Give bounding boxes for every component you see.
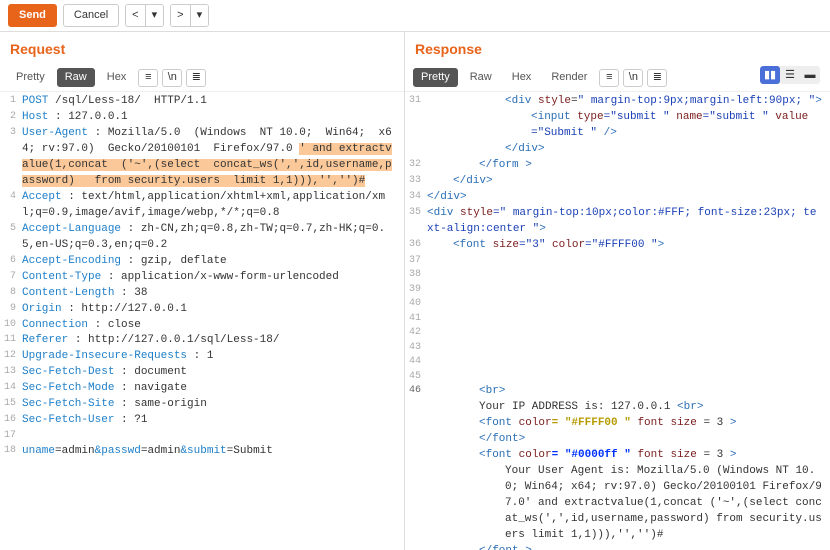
view-rows-icon[interactable]: ☰: [780, 66, 800, 84]
top-toolbar: Send Cancel < ▾ > ▾: [0, 0, 830, 32]
tab-pretty[interactable]: Pretty: [8, 68, 53, 87]
request-tabs: Pretty Raw Hex ≡ \n ≣: [0, 66, 404, 92]
back-menu-button[interactable]: ▾: [146, 5, 164, 26]
tab-pretty-r[interactable]: Pretty: [413, 68, 458, 87]
wrap-icon[interactable]: ≣: [186, 69, 206, 87]
actions-icon[interactable]: ≡: [138, 69, 158, 87]
view-toggle: ▮▮ ☰ ▬: [760, 66, 820, 84]
fwd-menu-button[interactable]: ▾: [191, 5, 209, 26]
request-pane: Request Pretty Raw Hex ≡ \n ≣ 1POST /sql…: [0, 32, 405, 550]
cancel-button[interactable]: Cancel: [63, 4, 119, 27]
actions-icon-r[interactable]: ≡: [599, 69, 619, 87]
tab-hex-r[interactable]: Hex: [504, 68, 540, 87]
tab-render[interactable]: Render: [543, 68, 595, 87]
fwd-button[interactable]: >: [171, 5, 190, 26]
tab-raw-r[interactable]: Raw: [462, 68, 500, 87]
newline-icon[interactable]: \n: [162, 69, 182, 87]
newline-icon-r[interactable]: \n: [623, 69, 643, 87]
view-single-icon[interactable]: ▬: [800, 66, 820, 84]
request-title: Request: [10, 41, 65, 57]
wrap-icon-r[interactable]: ≣: [647, 69, 667, 87]
tab-raw[interactable]: Raw: [57, 68, 95, 87]
send-button[interactable]: Send: [8, 4, 57, 27]
request-editor[interactable]: 1POST /sql/Less-18/ HTTP/1.1 2Host : 127…: [0, 92, 404, 550]
back-button[interactable]: <: [126, 5, 145, 26]
response-viewer[interactable]: 31 <div style=" margin-top:9px;margin-le…: [405, 92, 830, 550]
response-title: Response: [415, 41, 482, 57]
history-fwd-group: > ▾: [170, 4, 209, 27]
history-back-group: < ▾: [125, 4, 164, 27]
response-pane: Response ▮▮ ☰ ▬ Pretty Raw Hex Render ≡ …: [405, 32, 830, 550]
view-columns-icon[interactable]: ▮▮: [760, 66, 780, 84]
tab-hex[interactable]: Hex: [99, 68, 135, 87]
